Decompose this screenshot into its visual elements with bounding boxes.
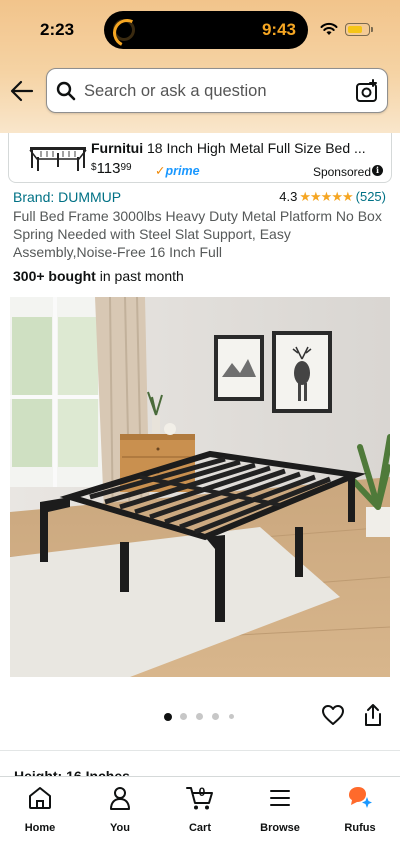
cart-count: 0 <box>198 785 206 799</box>
bottom-navigation: Home You 0 Cart Browse Rufus <box>0 776 400 867</box>
battery-icon <box>345 23 373 36</box>
nav-home-label: Home <box>24 822 56 834</box>
status-time: 2:23 <box>40 20 75 39</box>
section-divider <box>0 750 400 751</box>
sponsored-title-text: 18 Inch High Metal Full Size Bed ... <box>143 140 366 156</box>
image-carousel-indicator[interactable] <box>160 711 240 721</box>
search-icon <box>56 81 76 101</box>
menu-icon <box>270 790 290 806</box>
nav-you[interactable]: You <box>80 785 160 837</box>
product-detail-peek: Height: 16 Inches <box>14 768 130 776</box>
price-currency: $ <box>91 162 97 173</box>
bought-count: 300+ bought <box>13 268 96 284</box>
sponsored-product-card[interactable]: Furnitui 18 Inch High Metal Full Size Be… <box>8 133 392 183</box>
bought-suffix: in past month <box>95 268 184 284</box>
nav-you-label: You <box>110 822 130 834</box>
search-bar[interactable]: Search or ask a question <box>46 68 388 113</box>
home-icon <box>29 787 51 809</box>
status-bar: 2:23 9:43 <box>0 0 400 60</box>
sponsored-brand: Furnitui <box>91 140 144 156</box>
rating-value: 4.3 <box>279 189 298 204</box>
star-rating-icon: ★★★★★ <box>299 189 353 204</box>
nav-rufus-label: Rufus <box>344 822 376 834</box>
info-icon[interactable]: i <box>372 165 383 176</box>
prime-badge: ✓prime <box>155 163 200 178</box>
price-whole: 113 <box>96 160 121 177</box>
search-input[interactable]: Search or ask a question <box>84 82 267 101</box>
carousel-dot[interactable] <box>229 714 234 719</box>
sponsored-product-thumbnail <box>29 147 87 171</box>
dynamic-island: 9:43 <box>104 11 308 49</box>
bought-in-past-month: 300+ bought in past month <box>13 268 184 284</box>
rating-summary[interactable]: 4.3 ★★★★★ (525) <box>279 189 386 205</box>
heart-icon[interactable] <box>321 704 345 726</box>
nav-home[interactable]: Home <box>0 785 80 837</box>
carousel-dot[interactable] <box>164 712 172 721</box>
back-arrow-icon[interactable] <box>10 80 34 102</box>
nav-cart-label: Cart <box>188 822 211 834</box>
carousel-dot[interactable] <box>212 713 219 720</box>
sponsored-price: $11399 <box>91 160 132 177</box>
wifi-icon <box>320 22 338 35</box>
product-image[interactable] <box>10 297 390 677</box>
carousel-dot[interactable] <box>196 713 203 720</box>
prime-check-icon: ✓ <box>155 164 166 178</box>
share-icon[interactable] <box>362 703 384 727</box>
camera-scan-icon[interactable] <box>355 79 379 103</box>
person-icon <box>110 787 130 810</box>
product-title: Full Bed Frame 3000lbs Heavy Duty Metal … <box>13 208 382 260</box>
rufus-icon <box>349 787 372 808</box>
price-cents: 99 <box>120 162 132 173</box>
nav-browse-label: Browse <box>260 822 300 834</box>
brand-link[interactable]: Brand: DUMMUP <box>13 189 121 205</box>
nav-browse[interactable]: Browse <box>240 785 320 837</box>
rating-count: (525) <box>355 189 386 204</box>
nav-rufus[interactable]: Rufus <box>320 785 400 837</box>
nav-cart[interactable]: 0 Cart <box>160 785 240 837</box>
prime-label: prime <box>165 164 200 178</box>
timer-icon <box>113 19 135 41</box>
sponsored-product-title[interactable]: Furnitui 18 Inch High Metal Full Size Be… <box>91 140 385 156</box>
sponsored-label[interactable]: Sponsored <box>313 165 371 179</box>
island-time: 9:43 <box>261 20 296 39</box>
carousel-dot[interactable] <box>180 713 187 720</box>
